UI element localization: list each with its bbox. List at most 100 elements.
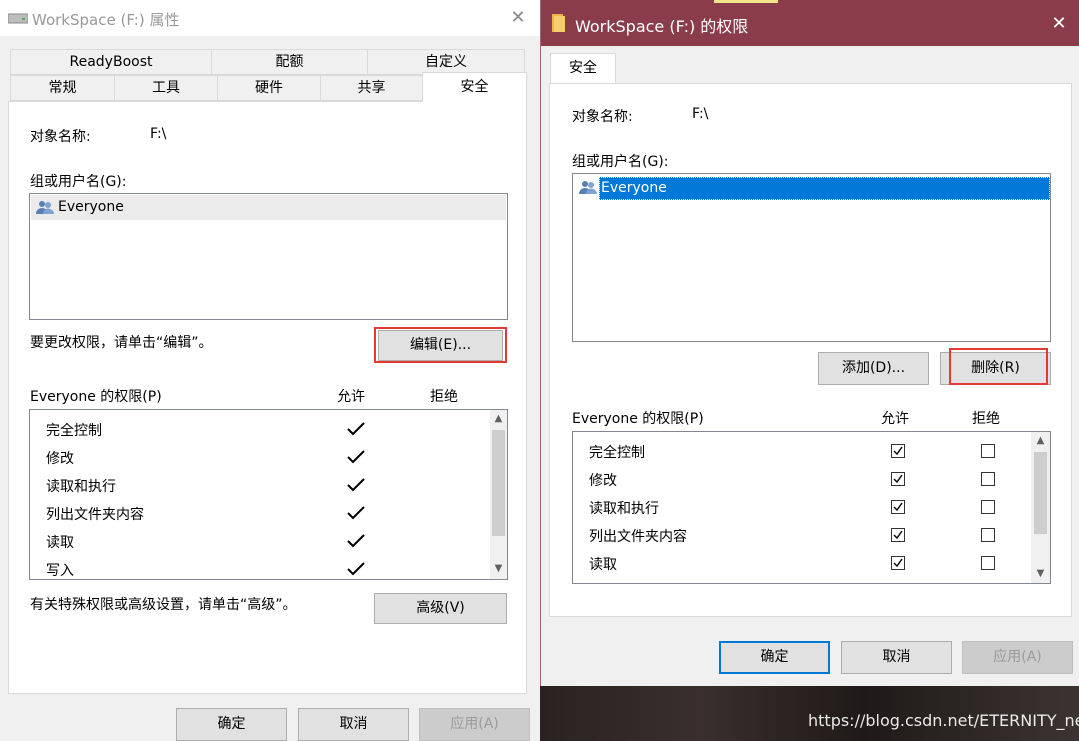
permissions-window: WorkSpace (F:) 的权限 ✕ 安全 对象名称: F:\ 组或用户名(… bbox=[540, 0, 1079, 686]
deny-checkbox[interactable] bbox=[981, 472, 995, 486]
scroll-thumb[interactable] bbox=[1034, 452, 1047, 534]
permission-row: 修改 bbox=[573, 466, 1031, 494]
deny-header: 拒绝 bbox=[430, 389, 458, 405]
permissions-list[interactable]: 完全控制 修改 读取和执行 列出文件夹内容 读取 ▲ ▼ bbox=[572, 431, 1051, 584]
permissions-title: Everyone 的权限(P) bbox=[30, 389, 162, 405]
user-list[interactable]: Everyone bbox=[29, 193, 508, 320]
allow-check-icon bbox=[347, 422, 365, 436]
window-title: WorkSpace (F:) 属性 bbox=[32, 11, 180, 29]
deny-checkbox[interactable] bbox=[981, 528, 995, 542]
allow-check-icon bbox=[347, 478, 365, 492]
group-label: 组或用户名(G): bbox=[572, 154, 669, 170]
allow-header: 允许 bbox=[881, 411, 909, 427]
permissions-title: Everyone 的权限(P) bbox=[572, 411, 704, 427]
scroll-down-icon[interactable]: ▼ bbox=[490, 560, 507, 577]
background-window-strip bbox=[714, 0, 778, 3]
deny-checkbox[interactable] bbox=[981, 500, 995, 514]
scroll-down-icon[interactable]: ▼ bbox=[1032, 565, 1049, 582]
allow-checkbox[interactable] bbox=[891, 528, 905, 542]
tab-security[interactable]: 安全 bbox=[550, 53, 616, 83]
list-item[interactable]: Everyone bbox=[31, 195, 506, 220]
tab-general[interactable]: 常规 bbox=[10, 75, 115, 101]
scroll-thumb[interactable] bbox=[492, 430, 505, 536]
users-group-icon bbox=[36, 201, 54, 214]
scroll-up-icon[interactable]: ▲ bbox=[490, 410, 507, 427]
advanced-hint: 有关特殊权限或高级设置，请单击“高级”。 bbox=[30, 597, 297, 613]
permission-name: 完全控制 bbox=[46, 423, 102, 439]
properties-window: WorkSpace (F:) 属性 ✕ ReadyBoost 配额 自定义 常规… bbox=[0, 0, 540, 741]
check-icon bbox=[893, 558, 903, 568]
permission-name: 修改 bbox=[46, 451, 74, 467]
permission-row: 读取 bbox=[30, 528, 490, 556]
user-list[interactable]: Everyone bbox=[572, 173, 1051, 342]
title-bar: WorkSpace (F:) 的权限 ✕ bbox=[541, 0, 1079, 46]
deny-checkbox[interactable] bbox=[981, 444, 995, 458]
tab-quota[interactable]: 配额 bbox=[211, 49, 368, 75]
scroll-up-icon[interactable]: ▲ bbox=[1032, 432, 1049, 449]
tab-readyboost[interactable]: ReadyBoost bbox=[10, 49, 212, 75]
user-name: Everyone bbox=[58, 199, 124, 215]
allow-checkbox[interactable] bbox=[891, 472, 905, 486]
permission-row: 列出文件夹内容 bbox=[573, 522, 1031, 550]
user-name: Everyone bbox=[601, 180, 667, 196]
advanced-button[interactable]: 高级(V) bbox=[374, 593, 507, 624]
tab-tools[interactable]: 工具 bbox=[114, 75, 218, 101]
permission-row: 完全控制 bbox=[30, 416, 490, 444]
folder-icon bbox=[552, 14, 565, 32]
list-item[interactable]: Everyone bbox=[577, 176, 1050, 201]
window-title: WorkSpace (F:) 的权限 bbox=[575, 17, 749, 36]
permission-name: 修改 bbox=[589, 473, 617, 489]
change-hint: 要更改权限，请单击“编辑”。 bbox=[30, 335, 213, 351]
allow-checkbox[interactable] bbox=[891, 500, 905, 514]
apply-button[interactable]: 应用(A) bbox=[962, 641, 1073, 674]
drive-icon bbox=[8, 13, 28, 24]
permission-name: 列出文件夹内容 bbox=[589, 529, 687, 545]
permission-name: 读取 bbox=[46, 535, 74, 551]
permission-row: 完全控制 bbox=[573, 438, 1031, 466]
deny-checkbox[interactable] bbox=[981, 556, 995, 570]
permission-name: 读取和执行 bbox=[46, 479, 116, 495]
close-icon[interactable]: ✕ bbox=[1047, 12, 1071, 36]
allow-checkbox[interactable] bbox=[891, 444, 905, 458]
cancel-button[interactable]: 取消 bbox=[841, 641, 952, 674]
allow-check-icon bbox=[347, 450, 365, 464]
tab-sharing[interactable]: 共享 bbox=[320, 75, 423, 101]
object-name-value: F:\ bbox=[150, 126, 167, 142]
allow-check-icon bbox=[347, 562, 365, 576]
tab-hardware[interactable]: 硬件 bbox=[217, 75, 321, 101]
object-name-label: 对象名称: bbox=[30, 129, 91, 145]
apply-button[interactable]: 应用(A) bbox=[419, 708, 530, 741]
permission-row: 列出文件夹内容 bbox=[30, 500, 490, 528]
check-icon bbox=[893, 474, 903, 484]
permission-row: 修改 bbox=[30, 444, 490, 472]
group-label: 组或用户名(G): bbox=[30, 174, 127, 190]
check-icon bbox=[893, 530, 903, 540]
deny-header: 拒绝 bbox=[972, 411, 1000, 427]
title-bar: WorkSpace (F:) 属性 ✕ bbox=[0, 0, 540, 36]
allow-header: 允许 bbox=[337, 389, 365, 405]
cancel-button[interactable]: 取消 bbox=[298, 708, 409, 741]
scrollbar[interactable]: ▲ ▼ bbox=[1031, 432, 1050, 583]
object-name-label: 对象名称: bbox=[572, 109, 633, 125]
permission-name: 写入 bbox=[46, 563, 74, 579]
tab-security[interactable]: 安全 bbox=[422, 72, 527, 102]
check-icon bbox=[893, 446, 903, 456]
scrollbar[interactable]: ▲ ▼ bbox=[490, 410, 507, 579]
check-icon bbox=[893, 502, 903, 512]
allow-checkbox[interactable] bbox=[891, 556, 905, 570]
add-button[interactable]: 添加(D)... bbox=[818, 352, 929, 385]
permission-row: 读取和执行 bbox=[573, 494, 1031, 522]
permission-row: 写入 bbox=[30, 556, 490, 579]
permissions-list[interactable]: 完全控制 修改 读取和执行 列出文件夹内容 读取 写入 ▲ ▼ bbox=[29, 409, 508, 580]
highlight-box bbox=[949, 348, 1048, 385]
permission-name: 完全控制 bbox=[589, 445, 645, 461]
allow-check-icon bbox=[347, 534, 365, 548]
ok-button[interactable]: 确定 bbox=[176, 708, 287, 741]
close-icon[interactable]: ✕ bbox=[506, 6, 530, 30]
permission-name: 读取和执行 bbox=[589, 501, 659, 517]
ok-button[interactable]: 确定 bbox=[719, 641, 830, 674]
users-group-icon bbox=[579, 181, 597, 194]
allow-check-icon bbox=[347, 506, 365, 520]
watermark: https://blog.csdn.net/ETERNITY_neu bbox=[808, 711, 1079, 730]
permission-name: 列出文件夹内容 bbox=[46, 507, 144, 523]
